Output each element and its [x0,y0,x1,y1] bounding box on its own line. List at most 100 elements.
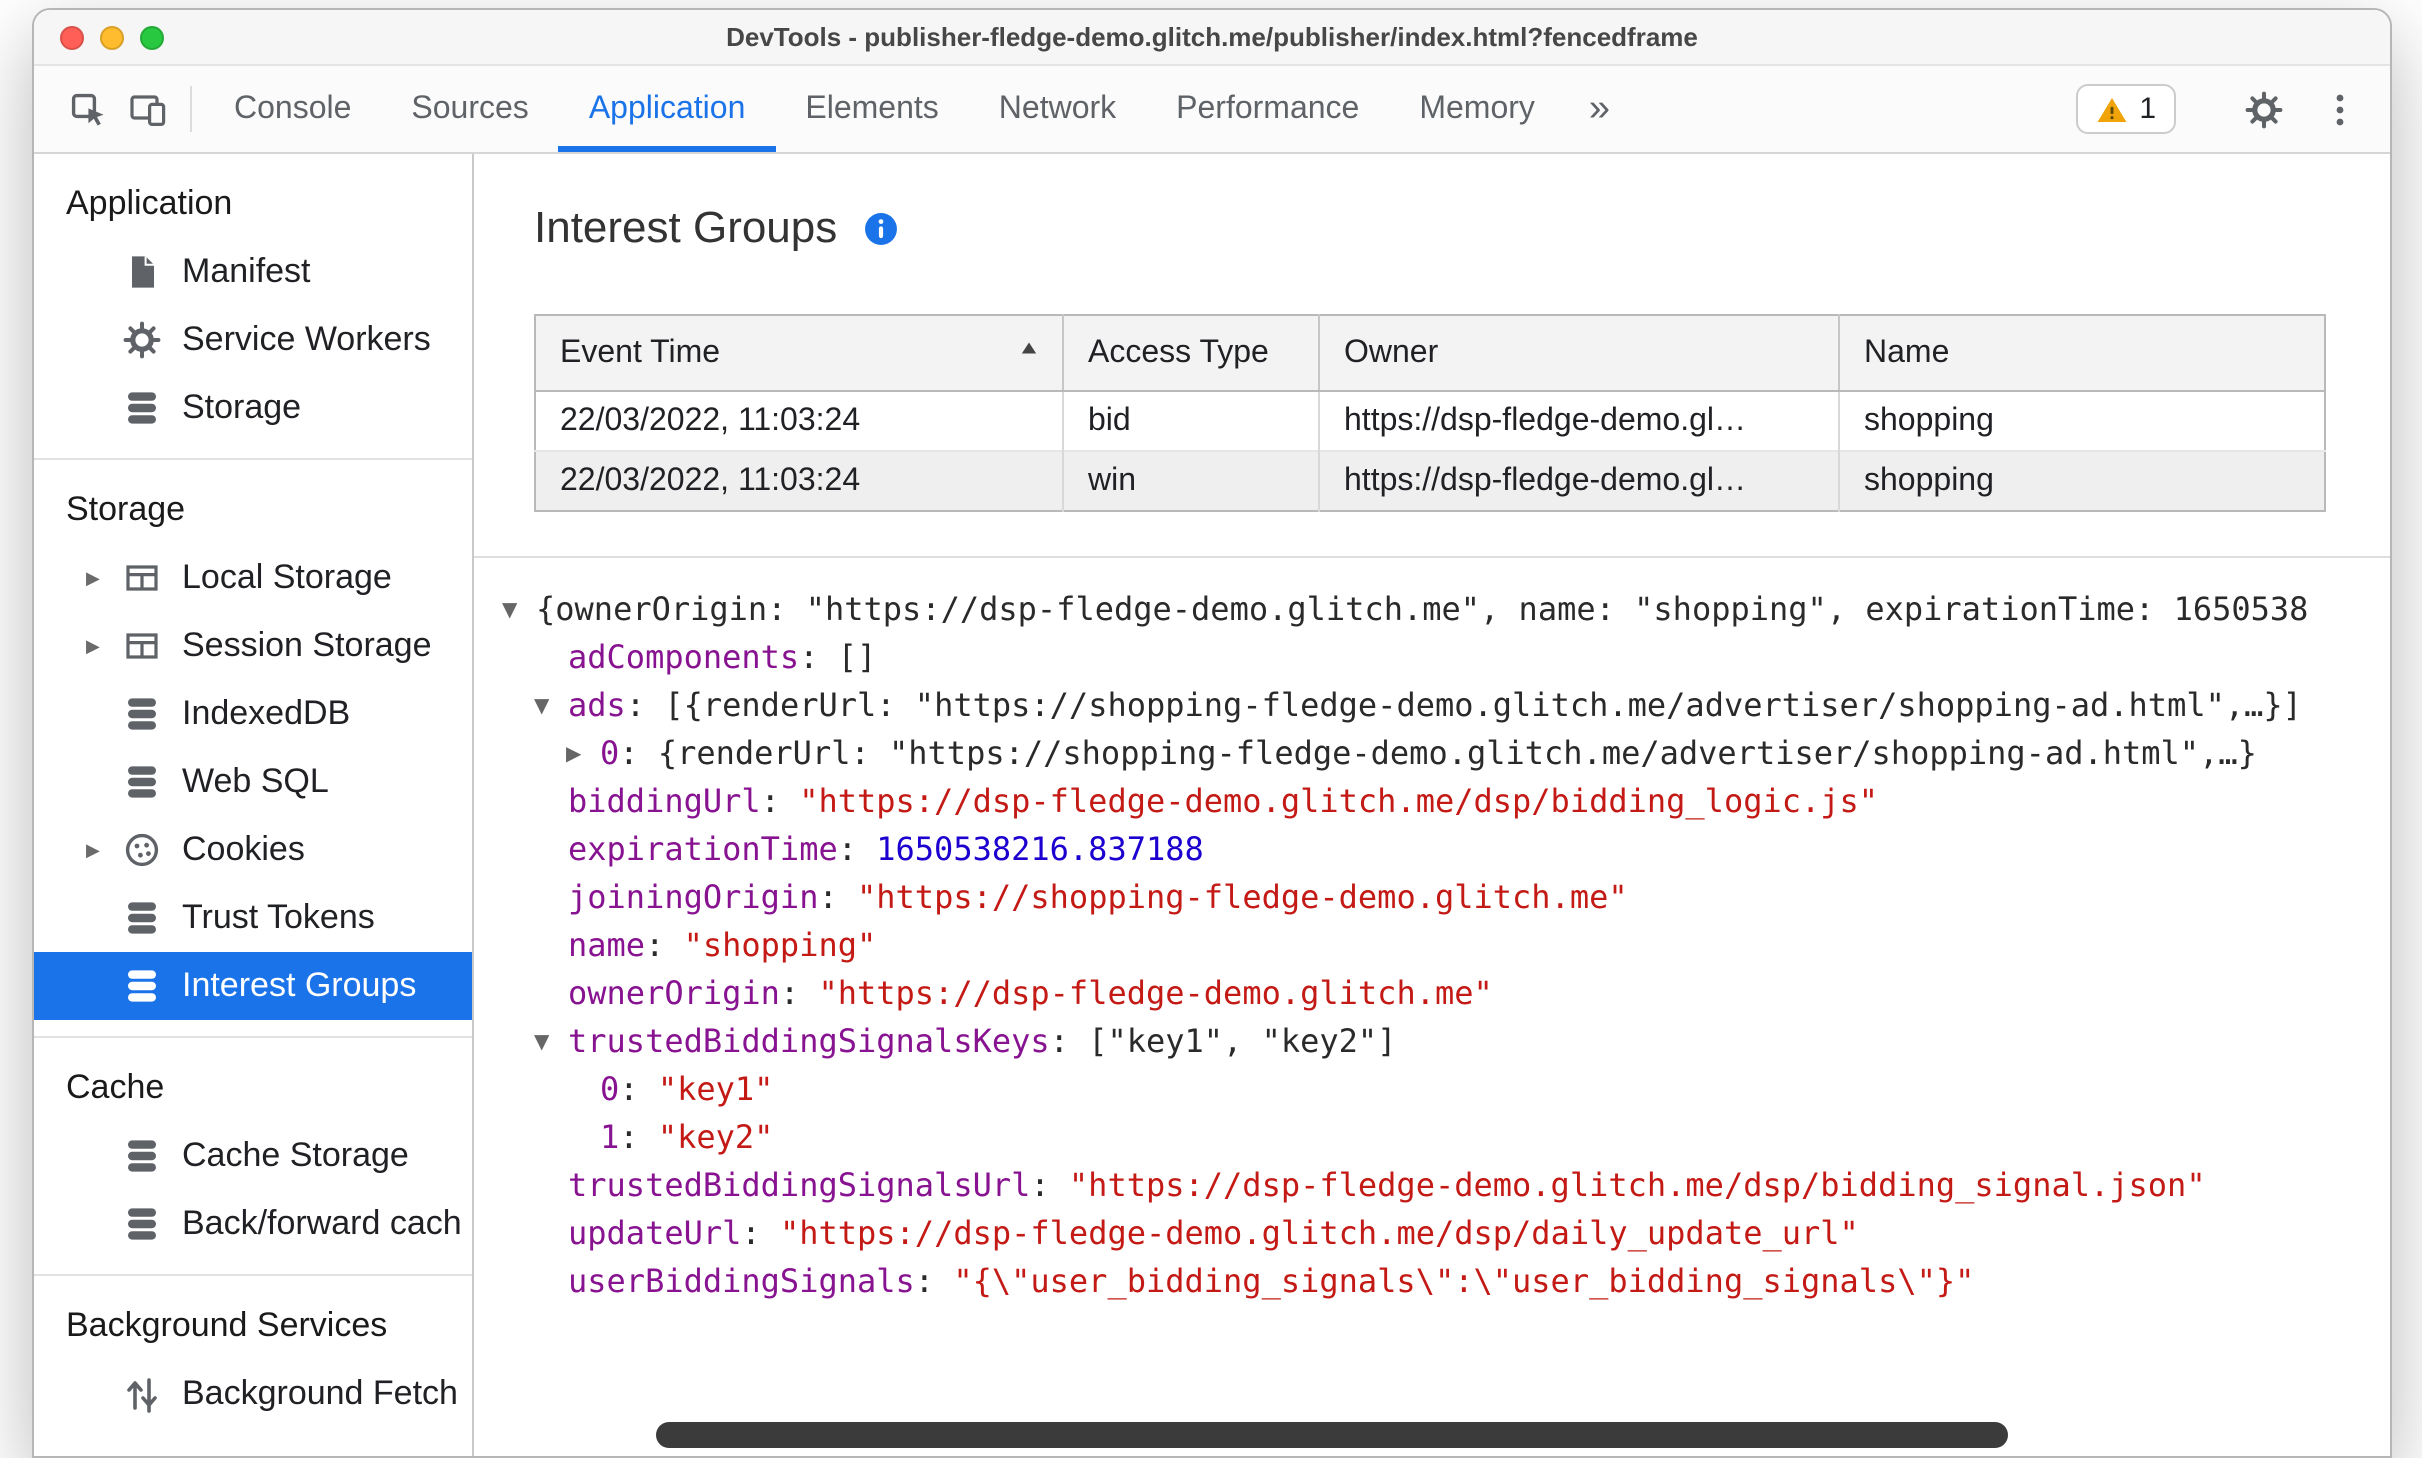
sidebar-item-indexeddb[interactable]: IndexedDB [34,680,472,748]
token-key: userBiddingSignals [568,1262,915,1300]
close-button[interactable] [60,25,84,49]
sidebar-section-background-services: Background Services Background Fetch [34,1276,472,1444]
column-header-event-time[interactable]: Event Time [535,315,1064,392]
more-menu-button[interactable] [2310,89,2370,129]
sidebar-item-interest-groups[interactable]: Interest Groups [34,952,472,1020]
settings-button[interactable] [2234,89,2294,129]
database-icon [122,898,162,938]
sidebar-item-local-storage[interactable]: ▶ Local Storage [34,544,472,612]
tree-line[interactable]: ▼ trustedBiddingSignalsKeys: ["key1", "ke… [490,1018,2390,1066]
cookie-icon [122,830,162,870]
sidebar-item-web-sql[interactable]: Web SQL [34,748,472,816]
table-body: 22/03/2022, 11:03:24 bid https://dsp-fledg… [535,391,2325,511]
token-key: ads [568,686,626,724]
tree-line[interactable]: joiningOrigin: "https://shopping-fledge-… [490,874,2390,922]
devtools-window: DevTools - publisher-fledge-demo.glitch.… [32,8,2392,1458]
table-row[interactable]: 22/03/2022, 11:03:24 bid https://dsp-fledg… [535,391,2325,451]
token-plain: [{renderUrl: "https://shopping-fledge-de… [664,686,2302,724]
table-header-row: Event Time Access Type Owner Name [535,315,2325,392]
horizontal-scrollbar-thumb[interactable] [656,1422,2008,1448]
table-cell: bid [1063,391,1320,451]
sidebar-item-label: IndexedDB [182,694,351,732]
issues-badge[interactable]: 1 [2075,84,2176,134]
tree-expand-arrow[interactable]: ▶ [566,732,600,780]
tree-line[interactable]: trustedBiddingSignalsUrl: "https://dsp-f… [490,1162,2390,1210]
sidebar-item-trust-tokens[interactable]: Trust Tokens [34,884,472,952]
tab-performance[interactable]: Performance [1146,66,1389,152]
tree-expand-arrow[interactable]: ▼ [534,684,568,732]
tab-network[interactable]: Network [969,66,1146,152]
tree-line[interactable]: ▼ {ownerOrigin: "https://dsp-fledge-demo.… [490,586,2390,634]
tree-line[interactable]: updateUrl: "https://dsp-fledge-demo.glit… [490,1210,2390,1258]
tree-line[interactable]: adComponents: [] [490,634,2390,682]
info-icon[interactable] [861,209,899,247]
expander-triangle-icon[interactable]: ▶ [86,567,122,589]
tab-sources[interactable]: Sources [381,66,558,152]
sidebar-item-label: Background Fetch [182,1374,458,1412]
column-header-access-type[interactable]: Access Type [1063,315,1320,392]
traffic-lights [60,10,164,64]
sidebar-item-back-forward-cache[interactable]: Back/forward cache [34,1190,472,1258]
token-plain: : [625,686,665,724]
sidebar-item-manifest[interactable]: Manifest [34,238,472,306]
token-key: joiningOrigin [568,878,819,916]
gear-icon [2244,89,2284,129]
sidebar-item-cookies[interactable]: ▶ Cookies [34,816,472,884]
warning-icon [2095,93,2127,125]
sidebar-item-label: Session Storage [182,626,432,664]
tree-expand-arrow[interactable]: ▼ [502,588,536,636]
more-tabs-button[interactable]: » [1565,66,1634,152]
expander-triangle-icon[interactable]: ▶ [86,839,122,861]
minimize-button[interactable] [100,25,124,49]
table-cell: shopping [1864,403,1994,437]
sidebar-item-cache-storage[interactable]: Cache Storage [34,1122,472,1190]
sidebar-item-service-workers[interactable]: Service Workers [34,306,472,374]
tree-line[interactable]: ownerOrigin: "https://dsp-fledge-demo.gl… [490,970,2390,1018]
inspect-button[interactable] [58,66,118,152]
sidebar-item-storage[interactable]: Storage [34,374,472,442]
expander-triangle-icon[interactable]: ▶ [86,635,122,657]
sidebar-item-label: Interest Groups [182,966,417,1004]
token-plain: : [1030,1166,1069,1204]
zoom-button[interactable] [140,25,164,49]
interest-groups-table: Event Time Access Type Owner Name 22/03/202… [534,314,2326,512]
token-key: ownerOrigin [568,974,780,1012]
tab-application[interactable]: Application [558,66,776,152]
tree-line[interactable]: userBiddingSignals: "{\"user_bidding_sig… [490,1258,2390,1306]
tab-console[interactable]: Console [204,66,381,152]
sidebar-item-label: Cache Storage [182,1136,409,1174]
column-header-owner[interactable]: Owner [1319,315,1840,392]
tab-elements[interactable]: Elements [775,66,968,152]
tree-line[interactable]: 0: "key1" [490,1066,2390,1114]
token-string: "https://dsp-fledge-demo.glitch.me/dsp/b… [1068,1166,2206,1204]
token-plain: : [619,1070,658,1108]
token-string: "key2" [657,1118,774,1156]
token-plain: {ownerOrigin: "https://dsp-fledge-demo.g… [536,590,2309,628]
tree-line[interactable]: name: "shopping" [490,922,2390,970]
tab-memory[interactable]: Memory [1389,66,1565,152]
token-key: name [568,926,646,964]
tree-line[interactable]: ▶ 0: {renderUrl: "https://shopping-fledge… [490,730,2390,778]
token-plain: : [619,1118,658,1156]
device-toolbar-button[interactable] [118,66,178,152]
column-header-name[interactable]: Name [1839,315,2325,392]
token-key: updateUrl [568,1214,742,1252]
sidebar-sections: Application Manifest Service Workers Storag… [34,154,472,1444]
token-key: trustedBiddingSignalsKeys [568,1022,1050,1060]
table-row[interactable]: 22/03/2022, 11:03:24 win https://dsp-fledg… [535,450,2325,511]
manifest-file-icon [122,252,162,292]
token-plain: : [914,1262,954,1300]
column-header-label: Access Type [1088,335,1269,369]
token-plain: : [741,1214,780,1252]
tree-line[interactable]: expirationTime: 1650538216.837188 [490,826,2390,874]
sidebar-item-label: Manifest [182,252,311,290]
sidebar-item-session-storage[interactable]: ▶ Session Storage [34,612,472,680]
sidebar-item-background-fetch[interactable]: Background Fetch [34,1360,472,1428]
application-sidebar: Application Manifest Service Workers Storag… [34,154,474,1456]
tree-line[interactable]: ▼ ads: [{renderUrl: "https://shopping-fle… [490,682,2390,730]
tree-expand-arrow[interactable]: ▼ [534,1020,568,1068]
tree-line[interactable]: biddingUrl: "https://dsp-fledge-demo.gli… [490,778,2390,826]
tree-line[interactable]: 1: "key2" [490,1114,2390,1162]
database-icon [122,966,162,1006]
sidebar-item-label: Back/forward cache [182,1204,460,1242]
